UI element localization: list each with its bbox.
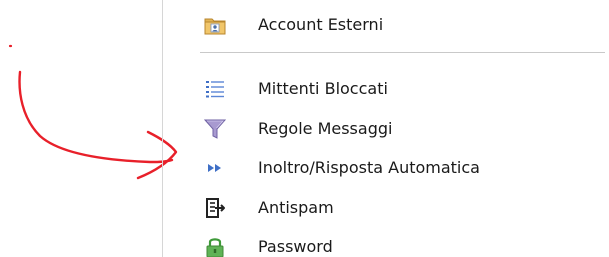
pane-divider (162, 0, 163, 257)
filter-funnel-icon (204, 118, 226, 140)
forward-arrows-icon (204, 157, 226, 179)
menu-item-label: Regole Messaggi (258, 119, 393, 138)
antispam-icon (204, 197, 226, 219)
menu-item-label: Mittenti Bloccati (258, 79, 388, 98)
settings-menu: Account Esterni Mittenti Bloccati Regole… (196, 0, 609, 257)
menu-item-label: Password (258, 237, 333, 256)
list-icon (204, 78, 226, 100)
annotation-arrowhead (136, 130, 178, 180)
folder-contact-icon (204, 14, 226, 36)
menu-item-label: Inoltro/Risposta Automatica (258, 158, 480, 177)
lock-icon (204, 236, 226, 257)
annotation-curve (18, 70, 174, 164)
menu-item-label: Antispam (258, 198, 334, 217)
menu-item-label: Account Esterni (258, 15, 384, 34)
menu-separator (200, 52, 605, 53)
